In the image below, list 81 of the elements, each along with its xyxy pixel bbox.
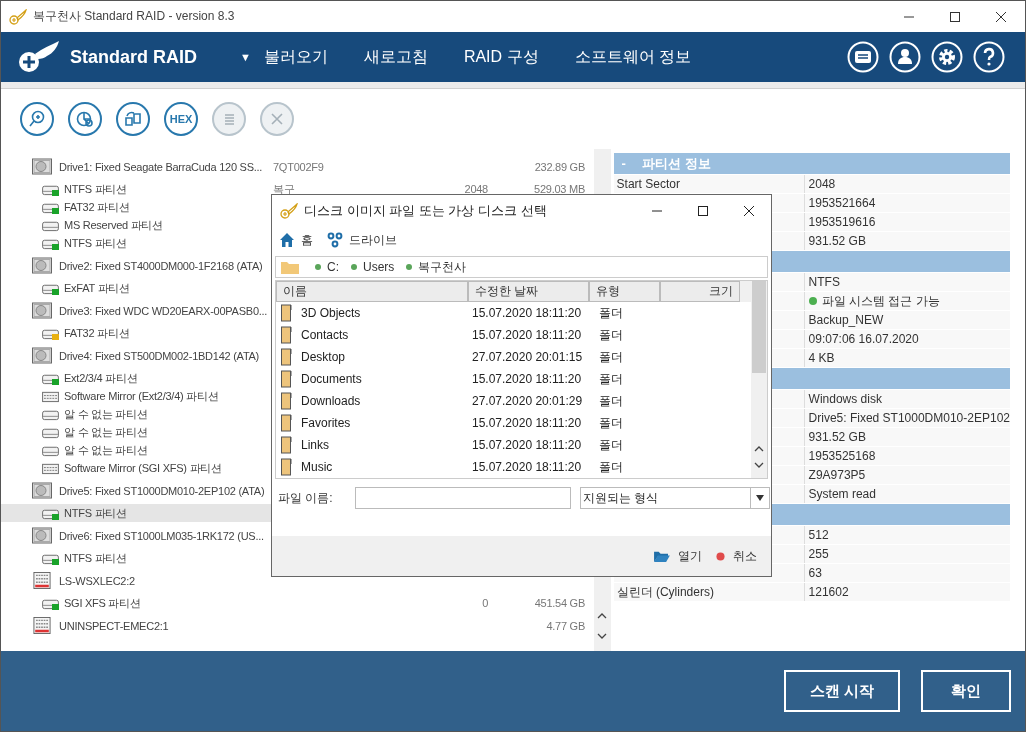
tree-label: FAT32 파티션 <box>64 199 130 215</box>
tree-label: Drive6: Fixed ST1000LM035-1RK172 (US... <box>59 529 264 542</box>
tree-label: FAT32 파티션 <box>64 325 130 341</box>
property-value: 63 <box>808 566 822 580</box>
file-name: Documents <box>301 372 362 386</box>
file-name: Desktop <box>301 350 346 364</box>
type-cell-text: 폴더 <box>598 370 623 388</box>
type-cell-text: 폴더 <box>598 304 623 322</box>
file-name: Favorites <box>301 416 351 430</box>
tree-label: Drive5: Fixed ST1000DM010-2EP102 (ATA) <box>59 484 265 497</box>
tree-label: MS Reserved 파티션 <box>64 217 163 233</box>
tree-label: NTFS 파티션 <box>64 505 127 521</box>
type-cell-text: 폴더 <box>598 392 623 410</box>
tree-cell-text: 0 <box>481 597 488 609</box>
date-cell-text: 15.07.2020 18:11:20 <box>471 460 583 474</box>
tree-label: Drive4: Fixed ST500DM002-1BD142 (ATA) <box>59 349 260 362</box>
type-cell-text: 폴더 <box>598 348 623 366</box>
tree-label: SGI XFS 파티션 <box>64 595 141 611</box>
tree-label: Ext2/3/4 파티션 <box>64 370 138 386</box>
property-value: NTFS <box>808 275 840 289</box>
property-value: 1953519616 <box>808 215 876 229</box>
filename-label: 파일 이름: <box>278 489 334 507</box>
property-value: Drive5: Fixed ST1000DM010-2EP102 <box>808 411 1010 425</box>
property-value: 파일 시스템 접근 가능 <box>821 292 940 310</box>
file-name: 3D Objects <box>301 306 361 320</box>
file-name: Music <box>301 460 333 474</box>
property-value: Z9A973P5 <box>808 468 866 482</box>
property-value: 121602 <box>808 585 849 599</box>
date-cell-text: 15.07.2020 18:11:20 <box>471 328 583 342</box>
date-cell-text: 15.07.2020 18:11:20 <box>471 438 583 452</box>
file-name: Downloads <box>301 394 361 408</box>
app-name: Standard RAID <box>70 46 198 68</box>
property-value: Backup_NEW <box>808 313 884 327</box>
tree-label: 알 수 없는 파티션 <box>64 442 148 458</box>
property-value: 4 KB <box>808 351 835 365</box>
tree-label: Drive3: Fixed WDC WD20EARX-00PASB0... <box>59 304 268 317</box>
type-cell-text: 폴더 <box>598 458 623 476</box>
property-label: Start Sector <box>616 177 680 191</box>
property-value: 255 <box>808 547 829 561</box>
type-cell-text: 폴더 <box>598 326 623 344</box>
property-value: System read <box>808 487 876 501</box>
tree-cell-text: 2048 <box>463 183 488 195</box>
type-cell-text: 폴더 <box>598 436 623 454</box>
property-value: 512 <box>808 528 829 542</box>
file-name: Contacts <box>301 328 349 342</box>
property-value: 931.52 GB <box>808 430 866 444</box>
tree-label: Drive2: Fixed ST4000DM000-1F2168 (ATA) <box>59 259 263 272</box>
type-cell-text: 폴더 <box>598 414 623 432</box>
date-cell-text: 27.07.2020 20:01:15 <box>471 350 584 364</box>
window-title: 복구천사 Standard RAID - version 8.3 <box>33 8 235 25</box>
size-cell-text: 451.54 GB <box>533 597 585 609</box>
tree-label: Drive1: Fixed Seagate BarraCuda 120 SS... <box>59 160 263 173</box>
tree-label: ExFAT 파티션 <box>64 280 130 296</box>
date-cell-text: 15.07.2020 18:11:20 <box>471 306 583 320</box>
property-value: 1953521664 <box>808 196 876 210</box>
property-value: 2048 <box>808 177 836 191</box>
size-cell-text: 4.77 GB <box>545 619 585 632</box>
tree-label: NTFS 파티션 <box>64 550 127 566</box>
property-value: 1953525168 <box>808 449 876 463</box>
property-value: 09:07:06 16.07.2020 <box>808 332 919 346</box>
tree-label: LS-WSXLEC2:2 <box>59 574 135 587</box>
size-cell-text: 529.03 MB <box>533 183 585 195</box>
section-title: 파티션 정보 <box>641 154 711 173</box>
date-cell-text: 15.07.2020 18:11:20 <box>471 372 583 386</box>
size-cell-text: 232.89 GB <box>533 160 585 173</box>
date-cell-text: 15.07.2020 18:11:20 <box>471 416 583 430</box>
tree-label: NTFS 파티션 <box>64 181 127 197</box>
tree-cell-text: 7QT002F9 <box>273 160 325 173</box>
property-value: 931.52 GB <box>808 234 866 248</box>
tree-label: Software Mirror (SGI XFS) 파티션 <box>64 460 222 476</box>
date-cell-text: 27.07.2020 20:01:29 <box>471 394 584 408</box>
tree-label: 알 수 없는 파티션 <box>64 424 148 440</box>
tree-label: Software Mirror (Ext2/3/4) 파티션 <box>64 388 219 404</box>
property-label: 실린더 (Cylinders) <box>616 583 714 601</box>
tree-label: UNINSPECT-EMEC2:1 <box>59 619 169 632</box>
file-name: Links <box>301 438 329 452</box>
tree-label: NTFS 파티션 <box>64 235 127 251</box>
property-value: Windows disk <box>808 392 882 406</box>
dialog-title: 디스크 이미지 파일 또는 가상 디스크 선택 <box>304 201 547 220</box>
tree-cell-text: 복구 <box>273 181 296 197</box>
tree-label: 알 수 없는 파티션 <box>64 406 148 422</box>
